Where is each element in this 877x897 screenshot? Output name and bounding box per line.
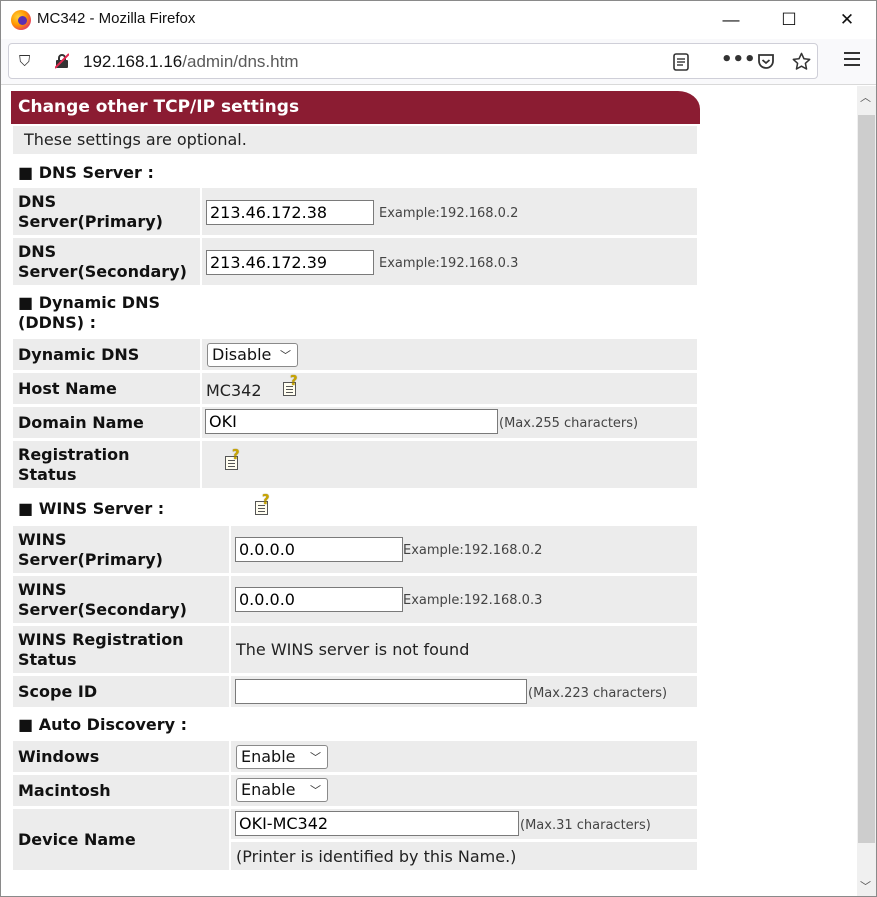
registration-status-cell: [202, 441, 697, 488]
scope-id-input[interactable]: [235, 679, 527, 704]
wins-secondary-label: WINS Server(Secondary): [13, 576, 229, 623]
section-dns-label: DNS Server :: [38, 163, 154, 182]
help-icon[interactable]: ?: [223, 448, 243, 471]
more-icon[interactable]: •••: [721, 49, 756, 70]
page-content: Change other TCP/IP settings These setti…: [1, 86, 857, 896]
scope-id-hint: (Max.223 characters): [528, 686, 668, 701]
scroll-up-arrow-icon[interactable]: ︿: [860, 89, 871, 105]
dns-secondary-label: DNS Server(Secondary): [13, 238, 200, 285]
dns-primary-label-line2: Server(Primary): [18, 211, 163, 231]
domain-name-input[interactable]: OKI: [205, 409, 498, 434]
section-auto-label: Auto Discovery :: [38, 715, 188, 734]
close-button[interactable]: ✕: [818, 1, 876, 39]
dynamic-dns-selected: Disable: [212, 345, 272, 364]
macintosh-select[interactable]: Enable ﹀: [236, 778, 328, 802]
registration-status-label: Registration Status: [13, 441, 200, 488]
device-name-hint: (Max.31 characters): [520, 818, 651, 833]
device-name-input[interactable]: OKI-MC342: [235, 811, 519, 836]
scrollbar-thumb[interactable]: [858, 115, 875, 843]
wins-secondary-example: Example:192.168.0.3: [403, 593, 543, 608]
dynamic-dns-select[interactable]: Disable ﹀: [207, 343, 298, 367]
scroll-down-arrow-icon[interactable]: ﹀: [860, 878, 871, 894]
dns-secondary-label-line1: DNS: [18, 241, 57, 261]
window-title: MC342 - Mozilla Firefox: [37, 10, 196, 27]
windows-select[interactable]: Enable ﹀: [236, 745, 328, 769]
section-dns-server: ■ DNS Server :: [18, 163, 154, 182]
dns-secondary-input[interactable]: 213.46.172.39: [206, 250, 374, 275]
url-bar[interactable]: ⛉ 192.168.1.16/admin/dns.htm •••: [8, 43, 818, 79]
wins-primary-label: WINS Server(Primary): [13, 526, 229, 573]
device-name-label: Device Name: [13, 809, 229, 870]
browser-window: MC342 - Mozilla Firefox — ☐ ✕ ⛉ 192.168.…: [0, 0, 877, 897]
dns-primary-input[interactable]: 213.46.172.38: [206, 200, 374, 225]
wins-secondary-input[interactable]: 0.0.0.0: [235, 587, 403, 612]
section-wins-server: ■ WINS Server :: [18, 499, 165, 518]
section-wins-label: WINS Server :: [38, 499, 165, 518]
wins-secondary-label-line1: WINS: [18, 579, 67, 599]
bookmark-star-icon[interactable]: [792, 52, 811, 71]
optional-note: These settings are optional.: [13, 126, 697, 154]
host-name-value: MC342: [206, 381, 262, 400]
dynamic-dns-label: Dynamic DNS: [13, 339, 200, 370]
section-ddns-line2: (DDNS) :: [18, 313, 97, 332]
wins-registration-line1: WINS Registration: [18, 629, 184, 649]
chevron-down-icon: ﹀: [310, 751, 321, 764]
registration-status-line2: Status: [18, 464, 77, 484]
section-ddns-line1: Dynamic DNS: [38, 293, 160, 312]
wins-registration-line2: Status: [18, 649, 77, 669]
help-icon[interactable]: ?: [281, 374, 301, 397]
shield-icon[interactable]: ⛉: [19, 52, 30, 70]
wins-primary-input[interactable]: 0.0.0.0: [235, 537, 403, 562]
wins-primary-label-line1: WINS: [18, 529, 67, 549]
macintosh-selected: Enable: [241, 780, 296, 799]
macintosh-label: Macintosh: [13, 775, 229, 806]
insecure-lock-icon[interactable]: [55, 53, 69, 69]
dns-primary-label-line1: DNS: [18, 191, 57, 211]
dns-secondary-label-line2: Server(Secondary): [18, 261, 187, 281]
wins-secondary-label-line2: Server(Secondary): [18, 599, 187, 619]
dns-primary-example: Example:192.168.0.2: [379, 206, 519, 221]
windows-selected: Enable: [241, 747, 296, 766]
reader-view-icon[interactable]: [673, 53, 689, 71]
help-icon[interactable]: ?: [253, 493, 273, 516]
domain-name-hint: (Max.255 characters): [499, 416, 639, 431]
section-ddns: ■ Dynamic DNS (DDNS) :: [18, 293, 160, 332]
title-bar: MC342 - Mozilla Firefox — ☐ ✕: [1, 1, 876, 39]
host-name-cell: [202, 373, 697, 404]
wins-primary-example: Example:192.168.0.2: [403, 543, 543, 558]
dns-secondary-example: Example:192.168.0.3: [379, 256, 519, 271]
wins-primary-label-line2: Server(Primary): [18, 549, 163, 569]
wins-registration-value: The WINS server is not found: [231, 626, 697, 673]
scope-id-label: Scope ID: [13, 676, 229, 707]
device-name-note: (Printer is identified by this Name.): [231, 842, 697, 870]
firefox-logo-icon: [11, 10, 31, 30]
pocket-icon[interactable]: [757, 53, 775, 70]
dns-primary-label: DNS Server(Primary): [13, 188, 200, 235]
url-text[interactable]: 192.168.1.16/admin/dns.htm: [83, 52, 299, 72]
host-name-label: Host Name: [13, 373, 200, 404]
hamburger-menu-icon[interactable]: [844, 52, 860, 66]
wins-registration-label: WINS Registration Status: [13, 626, 229, 673]
page-title: Change other TCP/IP settings: [11, 91, 700, 124]
maximize-button[interactable]: ☐: [760, 1, 818, 39]
chevron-down-icon: ﹀: [280, 349, 291, 362]
minimize-button[interactable]: —: [702, 1, 760, 39]
section-auto-discovery: ■ Auto Discovery :: [18, 715, 188, 734]
vertical-scrollbar[interactable]: ︿ ﹀: [857, 86, 876, 896]
navigation-toolbar: ⛉ 192.168.1.16/admin/dns.htm •••: [1, 39, 876, 85]
chevron-down-icon: ﹀: [310, 784, 321, 797]
registration-status-line1: Registration: [18, 444, 130, 464]
url-host: 192.168.1.16: [83, 52, 183, 71]
windows-label: Windows: [13, 741, 229, 772]
url-path: /admin/dns.htm: [182, 52, 299, 71]
domain-name-label: Domain Name: [13, 407, 200, 438]
